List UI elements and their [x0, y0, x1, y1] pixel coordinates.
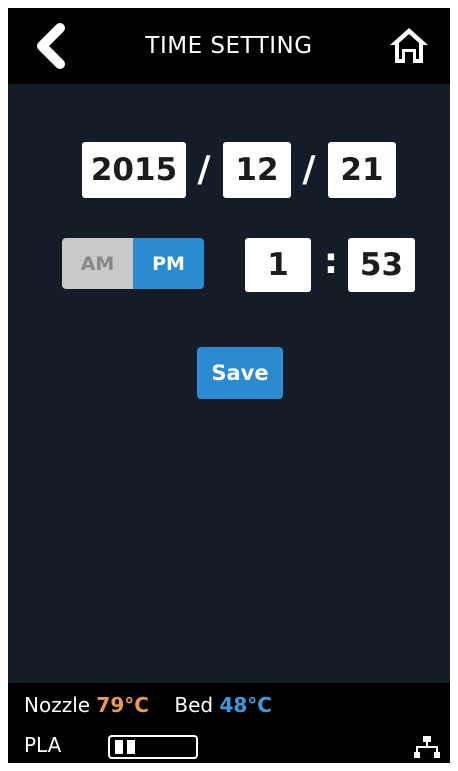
page-title: TIME SETTING [145, 33, 313, 59]
day-field[interactable]: 21 [328, 142, 396, 198]
am-option[interactable]: AM [62, 238, 133, 289]
nozzle-label: Nozzle [24, 693, 91, 717]
material-label: PLA [24, 733, 62, 757]
screen: TIME SETTING 2015 / 12 / 21 AM PM 1 : 53… [8, 8, 450, 763]
date-separator: / [302, 149, 316, 190]
back-button[interactable] [30, 22, 70, 70]
month-field[interactable]: 12 [223, 142, 291, 198]
home-button[interactable] [388, 26, 430, 66]
am-pm-toggle[interactable]: AM PM [62, 238, 204, 289]
minute-field[interactable]: 53 [348, 238, 415, 292]
status-bar: Nozzle 79°C Bed 48°C PLA [8, 683, 450, 763]
bed-label: Bed [174, 693, 214, 717]
filament-indicator [108, 735, 198, 759]
nozzle-temperature: 79°C [96, 693, 149, 717]
network-icon [414, 736, 440, 758]
year-field[interactable]: 2015 [82, 142, 186, 198]
pm-option[interactable]: PM [133, 238, 204, 289]
home-icon [390, 28, 428, 63]
filament-bar [127, 740, 135, 754]
filament-bar [115, 740, 123, 754]
temperature-readout: Nozzle 79°C Bed 48°C [24, 693, 272, 717]
hour-field[interactable]: 1 [245, 238, 311, 292]
save-button[interactable]: Save [197, 347, 283, 399]
date-separator: / [197, 149, 211, 190]
header: TIME SETTING [8, 8, 450, 84]
bed-temperature: 48°C [219, 693, 272, 717]
time-separator: : [323, 241, 339, 282]
chevron-left-icon [37, 23, 65, 69]
